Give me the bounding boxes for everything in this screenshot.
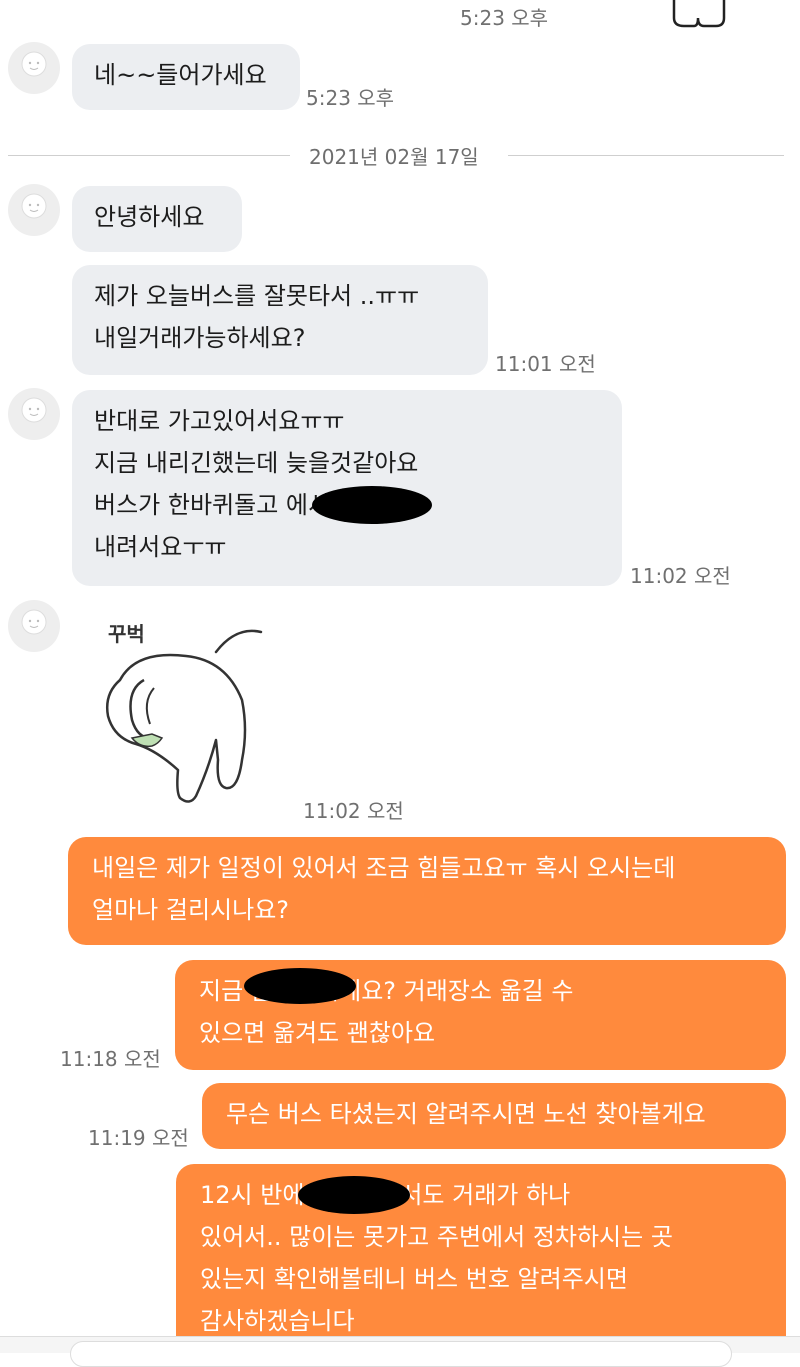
message-time: 11:18 오전 <box>60 1047 161 1071</box>
outgoing-message[interactable]: 내일은 제가 일정이 있어서 조금 힘들고요ㅠ 혹시 오시는데 얼마나 걸리시나… <box>68 837 786 945</box>
message-time: 5:23 오후 <box>306 86 395 110</box>
avatar[interactable] <box>8 388 60 440</box>
outgoing-message[interactable]: 12시 반에 정문쪽에서도 거래가 하나 있어서.. 많이는 못가고 주변에서 … <box>176 1164 786 1336</box>
message-time: 11:19 오전 <box>88 1126 189 1150</box>
avatar[interactable] <box>8 600 60 652</box>
message-input[interactable] <box>70 1341 732 1367</box>
sticker-partial <box>672 0 726 28</box>
outgoing-message[interactable]: 무슨 버스 타셨는지 알려주시면 노선 찾아볼게요 <box>202 1083 786 1149</box>
date-divider: 2021년 02월 17일 <box>309 145 479 169</box>
divider-line <box>508 155 784 156</box>
input-bar[interactable] <box>0 1336 800 1367</box>
message-time: 11:01 오전 <box>495 352 596 376</box>
divider-line <box>8 155 290 156</box>
message-time: 5:23 오후 <box>460 6 549 30</box>
redaction-mark <box>244 968 356 1004</box>
incoming-message[interactable]: 제가 오늘버스를 잘못타서 ..ㅠㅠ 내일거래가능하세요? <box>72 265 488 375</box>
avatar[interactable] <box>8 184 60 236</box>
bowing-bunny-sticker-icon[interactable] <box>96 620 276 810</box>
incoming-message[interactable]: 안녕하세요 <box>72 186 242 252</box>
message-time: 11:02 오전 <box>303 799 404 823</box>
outgoing-message-clip: 12시 반에 정문쪽에서도 거래가 하나 있어서.. 많이는 못가고 주변에서 … <box>176 1164 786 1336</box>
redaction-mark <box>298 1176 410 1214</box>
incoming-message[interactable]: 네~~들어가세요 <box>72 44 300 110</box>
avatar[interactable] <box>8 42 60 94</box>
redaction-mark <box>312 486 432 524</box>
message-time: 11:02 오전 <box>630 564 731 588</box>
